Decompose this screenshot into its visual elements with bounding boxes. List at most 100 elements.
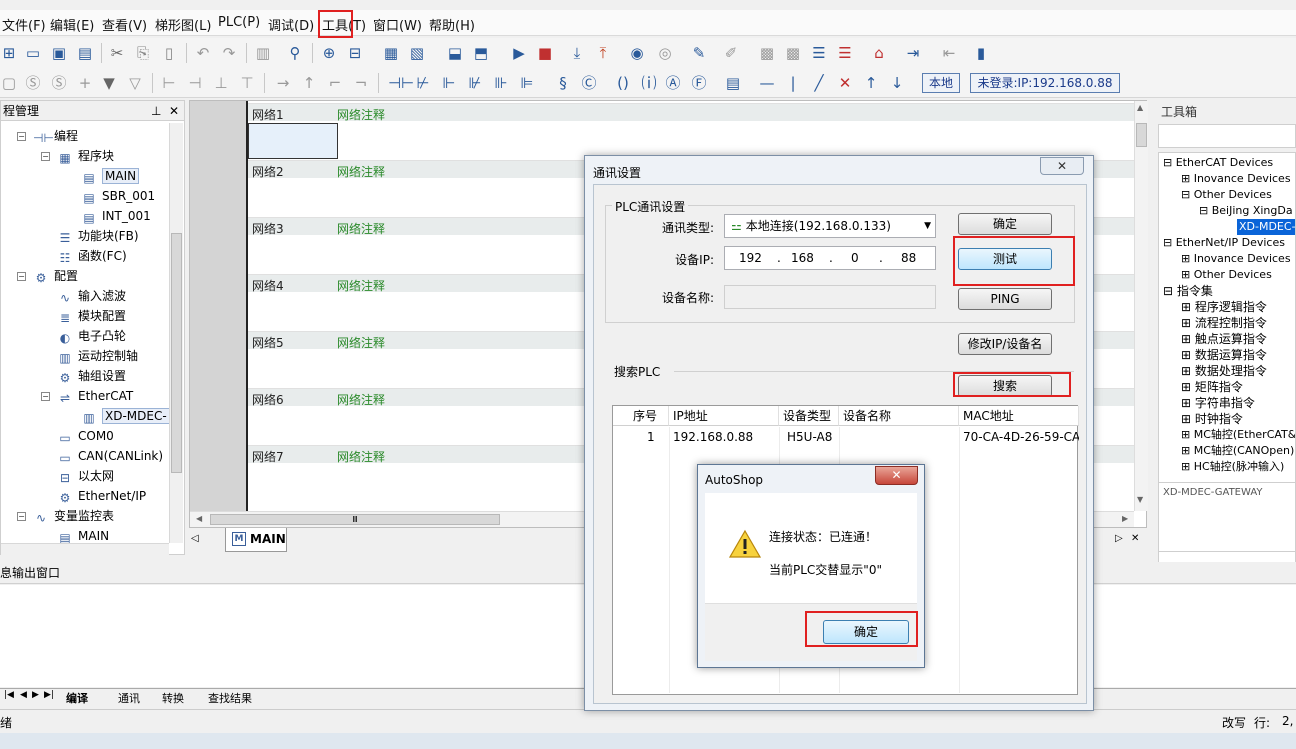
save-all-icon[interactable]: ▤ [76, 44, 94, 62]
cut-icon[interactable]: ✂ [108, 44, 126, 62]
panel-icon[interactable]: ▮ [972, 44, 990, 62]
branch2-icon[interactable]: ⊣ [186, 74, 204, 92]
login-icon[interactable]: ⇥ [904, 44, 922, 62]
toolbox-node[interactable]: ⊟ 指令集 [1163, 283, 1213, 299]
nav-first-icon[interactable]: |◀ [4, 690, 14, 700]
stop-icon[interactable]: ■ [536, 44, 554, 62]
tree-ethercat[interactable]: ⇌ EtherCAT [57, 386, 133, 406]
dialog-close-button[interactable]: ✕ [1040, 157, 1084, 175]
toolbox-node[interactable]: ⊟ EtherCAT Devices [1163, 155, 1273, 171]
message-box-close-button[interactable]: ✕ [875, 466, 918, 485]
menu-edit[interactable]: 编辑(E) [50, 15, 94, 34]
tree-com0[interactable]: ▭ COM0 [57, 426, 113, 446]
hline-icon[interactable]: → [274, 74, 292, 92]
contact-or-icon[interactable]: ⊪ [492, 74, 510, 92]
align-icon[interactable]: ☰ [810, 44, 828, 62]
modify-ip-button[interactable]: 修改IP/设备名 [958, 333, 1052, 355]
toolbox-node[interactable]: ⊞ Inovance Devices [1181, 251, 1291, 267]
slash-icon[interactable]: ╱ [810, 74, 828, 92]
toolbox-node[interactable]: ⊟ BeiJing XingDa E [1199, 203, 1295, 219]
menu-file[interactable]: 文件(F) [2, 15, 46, 34]
window1-icon[interactable]: ▦ [382, 44, 400, 62]
run-icon[interactable]: ▶ [510, 44, 528, 62]
toolbox-node[interactable]: ⊟ EtherNet/IP Devices [1163, 235, 1285, 251]
menu-help[interactable]: 帮助(H) [429, 15, 475, 34]
new-icon[interactable]: ⊞ [0, 44, 18, 62]
selected-cell[interactable] [248, 123, 338, 159]
tree-program-block[interactable]: ▦ 程序块 [57, 146, 114, 166]
paste-icon[interactable]: ▯ [160, 44, 178, 62]
vline-icon[interactable]: ↑ [300, 74, 318, 92]
nav-prev-icon[interactable]: ◀ [20, 690, 27, 700]
tree-xd-mdec[interactable]: ▥ XD-MDEC- [81, 406, 170, 426]
contact-n-icon[interactable]: ⊮ [466, 74, 484, 92]
down-icon[interactable]: ↓ [888, 74, 906, 92]
open-icon[interactable]: ▭ [24, 44, 42, 62]
contact-p-icon[interactable]: ⊩ [440, 74, 458, 92]
toolbox-node[interactable]: ⊞ 字符串指令 [1181, 395, 1255, 411]
copy-icon[interactable]: ⎘ [134, 44, 152, 62]
tree-fb[interactable]: ☰ 功能块(FB) [57, 226, 139, 246]
branch4-icon[interactable]: ⊤ [238, 74, 256, 92]
toolbox-search[interactable] [1158, 124, 1296, 148]
tree-watch-table[interactable]: ∿ 变量监控表 [33, 506, 114, 526]
coil-c-icon[interactable]: Ⓒ [580, 74, 598, 92]
nav-next-icon[interactable]: ▶ [32, 690, 39, 700]
tab-main[interactable]: M MAIN [225, 528, 287, 552]
toolbox-node[interactable]: ⊞ Inovance Devices [1181, 171, 1291, 187]
editor-vscroll[interactable]: ▲ ▼ [1134, 101, 1148, 511]
toolbox-node-selected[interactable]: XD-MDEC-G [1237, 219, 1295, 235]
printer-icon[interactable]: ⊟ [346, 44, 364, 62]
toolbox-node[interactable]: ⊞ 数据运算指令 [1181, 347, 1267, 363]
comm-type-select[interactable]: ⚍ 本地连接(192.168.0.133) ▼ [724, 214, 936, 238]
tab-convert[interactable]: 转换 [162, 690, 184, 706]
tree-input-filter[interactable]: ∿ 输入滤波 [57, 286, 126, 306]
pin-icon[interactable]: ⊥ [151, 101, 161, 121]
tab-comm[interactable]: 通讯 [118, 690, 140, 706]
up-icon[interactable]: ↑ [862, 74, 880, 92]
contact-nc-icon[interactable]: ⊬ [414, 74, 432, 92]
nav-last-icon[interactable]: ▶| [44, 690, 54, 700]
project-scrollbar[interactable] [169, 123, 183, 543]
edit-online-icon[interactable]: ✎ [690, 44, 708, 62]
tree-module-config[interactable]: ≣ 模块配置 [57, 306, 126, 326]
monitor-icon[interactable]: ◉ [628, 44, 646, 62]
ping-button[interactable]: PING [958, 288, 1052, 310]
menu-plc[interactable]: PLC(P) [218, 15, 260, 30]
tree-cam[interactable]: ◐ 电子凸轮 [57, 326, 126, 346]
redo-icon[interactable]: ↷ [220, 44, 238, 62]
undo-icon[interactable]: ↶ [194, 44, 212, 62]
cross-icon[interactable]: + [76, 74, 94, 92]
tree-ethernet-ip[interactable]: ⚙ EtherNet/IP [57, 486, 146, 506]
device-ip-input[interactable]: 192 . 168 . 0 . 88 [724, 246, 936, 270]
tab-close-icon[interactable]: ✕ [1131, 533, 1139, 544]
download-icon[interactable]: ⤓ [568, 44, 586, 62]
func-a-icon[interactable]: Ⓐ [664, 74, 682, 92]
test-icon[interactable]: ⌂ [870, 44, 888, 62]
toolbox-node[interactable]: ⊞ 矩阵指令 [1181, 379, 1243, 395]
close-icon[interactable]: ✕ [169, 101, 179, 121]
contact-no-icon[interactable]: ⊣⊢ [388, 74, 414, 92]
toolbox-node[interactable]: ⊞ HC轴控(脉冲输入) [1181, 459, 1284, 475]
logout-icon[interactable]: ⇤ [940, 44, 958, 62]
menu-ladder[interactable]: 梯形图(L) [155, 15, 211, 34]
branch1-icon[interactable]: ⊢ [160, 74, 178, 92]
coil-icon[interactable]: () [614, 74, 632, 92]
toolbox-node[interactable]: ⊞ MC轴控(CANOpen) [1181, 443, 1294, 459]
vline-draw-icon[interactable]: | [784, 74, 802, 92]
tree-main[interactable]: ▤ MAIN [81, 166, 140, 186]
project-hscroll[interactable] [1, 543, 169, 555]
network-icon[interactable]: ⊕ [320, 44, 338, 62]
toolbox-node[interactable]: ⊟ Other Devices [1181, 187, 1272, 203]
hline3-icon[interactable]: ¬ [352, 74, 370, 92]
tab-compile[interactable]: 编译 [66, 690, 88, 706]
download-file-icon[interactable]: ⬓ [446, 44, 464, 62]
write-icon[interactable]: ✐ [722, 44, 740, 62]
contact-ornc-icon[interactable]: ⊫ [518, 74, 536, 92]
menu-window[interactable]: 窗口(W) [373, 15, 422, 34]
tab-scroll-left-icon[interactable]: ◁ [191, 533, 199, 544]
tree-fc[interactable]: ☷ 函数(FC) [57, 246, 127, 266]
comment-icon[interactable]: ▤ [724, 74, 742, 92]
toolbox-node[interactable]: ⊞ 流程控制指令 [1181, 315, 1267, 331]
tab-scroll-right-icon[interactable]: ▷ [1115, 533, 1123, 544]
